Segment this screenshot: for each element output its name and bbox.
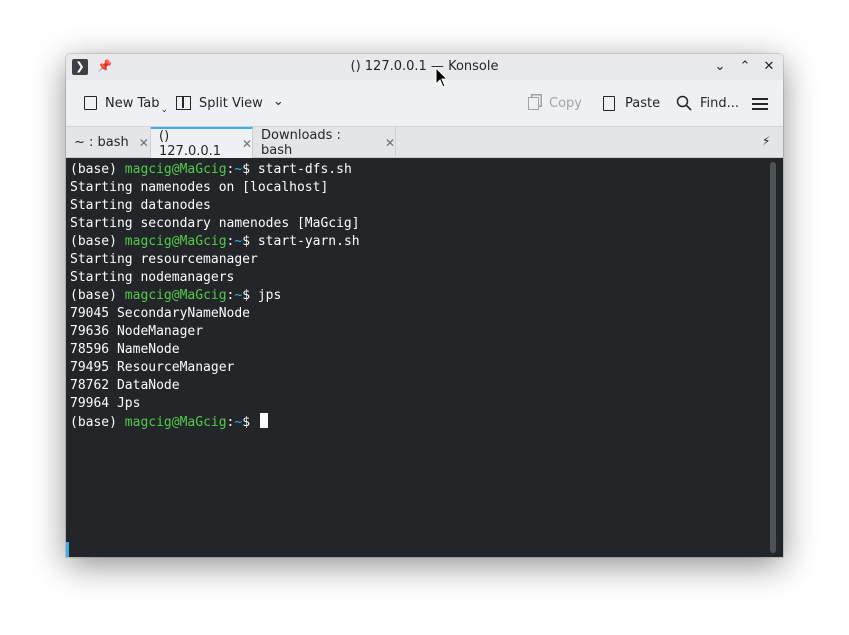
prompt-env: (base): [70, 162, 125, 177]
split-view-icon: [176, 96, 191, 110]
prompt-symbol: $: [242, 234, 258, 249]
chevron-down-icon[interactable]: ⌄: [273, 94, 284, 109]
text-cursor: [259, 413, 268, 428]
tab-bar: ~ : bash ✕ () 127.0.0.1 ✕ Downloads : ba…: [66, 126, 783, 159]
new-tab-icon: [84, 96, 97, 110]
prompt-line: (base) magcig@MaGcig:~$ start-yarn.sh: [70, 233, 360, 251]
prompt-line: (base) magcig@MaGcig:~$: [70, 413, 360, 431]
copy-icon: [528, 96, 539, 110]
tab-bash-home[interactable]: ~ : bash ✕: [66, 127, 151, 158]
output-line: 78596 NameNode: [70, 342, 180, 357]
title-bar[interactable]: ❯ 📌 () 127.0.0.1 — Konsole ⌄ ⌃ ✕: [66, 54, 783, 80]
command-text: start-yarn.sh: [257, 234, 360, 249]
prompt-symbol: $: [242, 415, 258, 430]
chevron-down-icon: ⌄: [160, 105, 169, 115]
toolbar: New Tab ⌄ Split View ⌄ Copy Paste Find..…: [66, 80, 783, 126]
tab-127-0-0-1[interactable]: () 127.0.0.1 ✕: [151, 127, 253, 159]
output-line: 79495 ResourceManager: [70, 360, 235, 375]
prompt-user: magcig@MaGcig: [124, 288, 227, 303]
find-label: Find...: [700, 95, 740, 111]
copy-label: Copy: [549, 95, 582, 111]
terminal-output: (base) magcig@MaGcig:~$ start-dfs.sh Star…: [70, 161, 360, 431]
find-button[interactable]: Find...: [676, 92, 739, 114]
tab-label: () 127.0.0.1: [159, 128, 222, 159]
mouse-cursor-icon: [435, 66, 449, 88]
konsole-window: ❯ 📌 () 127.0.0.1 — Konsole ⌄ ⌃ ✕ New Tab…: [66, 54, 783, 557]
output-line: 79636 NodeManager: [70, 324, 204, 339]
tab-label: ~ : bash: [74, 135, 129, 150]
terminal-view[interactable]: (base) magcig@MaGcig:~$ start-dfs.sh Star…: [66, 158, 783, 557]
prompt-symbol: $: [242, 162, 258, 177]
maximize-button[interactable]: ⌃: [736, 58, 754, 76]
copy-button[interactable]: Copy: [528, 92, 582, 114]
tab-label: Downloads : bash: [261, 127, 341, 158]
output-line: Starting namenodes on [localhost]: [70, 180, 329, 195]
scroll-marker: [66, 542, 69, 557]
tab-downloads-bash[interactable]: Downloads : bash ✕: [253, 127, 396, 158]
prompt-user: magcig@MaGcig: [124, 162, 227, 177]
output-line: Starting datanodes: [70, 198, 211, 213]
new-tab-button[interactable]: New Tab ⌄: [84, 92, 169, 115]
output-line: 78762 DataNode: [70, 378, 180, 393]
prompt-line: (base) magcig@MaGcig:~$ start-dfs.sh: [70, 161, 360, 179]
prompt-symbol: $: [242, 288, 258, 303]
output-line: 79045 SecondaryNameNode: [70, 306, 251, 321]
close-icon[interactable]: ✕: [242, 137, 252, 151]
scrollbar[interactable]: [770, 162, 776, 553]
window-title: () 127.0.0.1 — Konsole: [350, 59, 499, 74]
tab-options-icon[interactable]: ⚡: [762, 134, 770, 148]
close-icon[interactable]: ✕: [385, 136, 395, 150]
output-line: 79964 Jps: [70, 396, 141, 411]
prompt-user: magcig@MaGcig: [124, 415, 227, 430]
output-line: Starting secondary namenodes [MaGcig]: [70, 216, 360, 231]
close-button[interactable]: ✕: [760, 58, 778, 76]
command-text: start-dfs.sh: [257, 162, 352, 177]
minimize-button[interactable]: ⌄: [711, 58, 729, 76]
paste-button[interactable]: Paste: [603, 92, 660, 114]
hamburger-menu-icon[interactable]: [752, 98, 768, 110]
prompt-env: (base): [70, 415, 125, 430]
prompt-env: (base): [70, 288, 125, 303]
new-tab-label: New Tab: [105, 95, 160, 111]
output-line: Starting nodemanagers: [70, 270, 235, 285]
split-view-button[interactable]: Split View ⌄: [176, 92, 284, 114]
paste-label: Paste: [625, 95, 661, 111]
command-text: jps: [257, 288, 282, 303]
close-icon[interactable]: ✕: [139, 136, 149, 150]
prompt-user: magcig@MaGcig: [124, 234, 227, 249]
prompt-line: (base) magcig@MaGcig:~$ jps: [70, 287, 360, 305]
split-view-label: Split View: [199, 95, 263, 111]
search-icon: [676, 95, 692, 111]
paste-icon: [603, 95, 615, 111]
output-line: Starting resourcemanager: [70, 252, 258, 267]
prompt-env: (base): [70, 234, 125, 249]
